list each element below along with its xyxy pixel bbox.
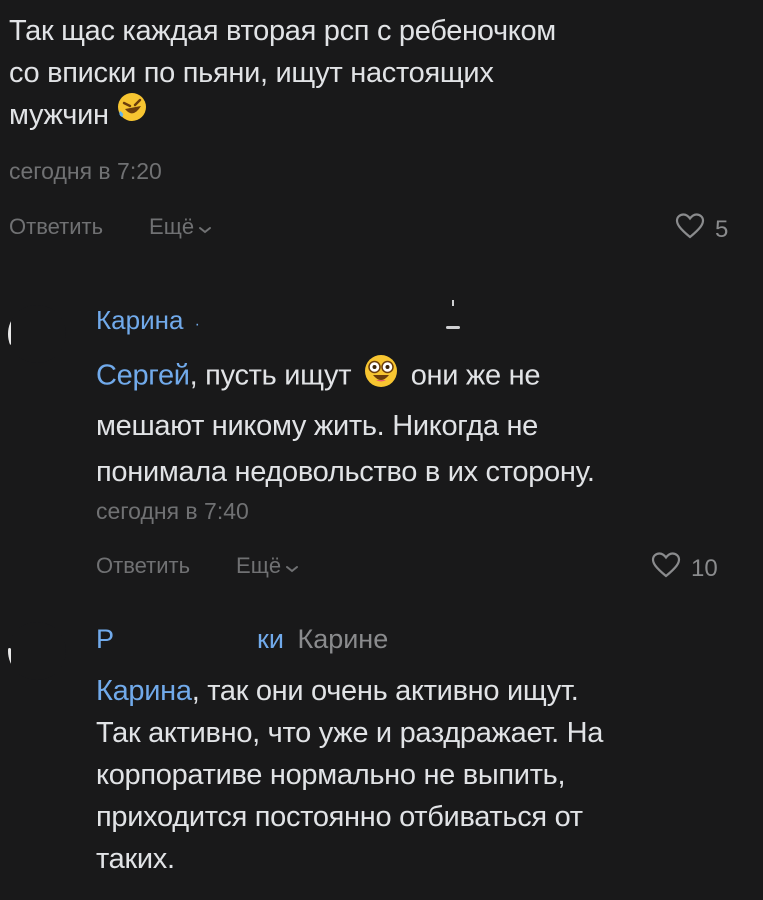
chevron-down-icon <box>198 215 212 241</box>
comment-2-line-3: понимала недовольство в их сторону. <box>96 456 595 488</box>
mention-link[interactable]: Карина <box>96 675 192 707</box>
more-label: Ещё <box>149 214 195 239</box>
comment-2-line-2: мешают никому жить. Никогда не <box>96 410 539 442</box>
comment-2-author[interactable]: Карина · <box>96 305 200 336</box>
comment-1-like-button[interactable]: 5 <box>675 213 728 246</box>
comment-1-line-3: мужчин <box>9 91 556 136</box>
comment-3-text: Карина, так они очень активно ищут. Так … <box>96 670 603 880</box>
more-button[interactable]: Ещё <box>236 552 299 580</box>
heart-icon <box>651 552 691 585</box>
redacted-mark <box>446 300 460 334</box>
comment-2-like-count: 10 <box>691 554 718 582</box>
comment-3-line-3: корпоративе нормально не выпить, <box>96 759 566 791</box>
chevron-down-icon <box>285 554 299 580</box>
comment-1-timestamp: сегодня в 7:20 <box>9 158 162 184</box>
comment-3-line-2: Так активно, что уже и раздражает. На <box>96 717 604 749</box>
more-button[interactable]: Ещё <box>149 213 212 241</box>
comment-1-line-3-text: мужчин <box>9 99 109 131</box>
comment-3-line-4: приходится постоянно отбиваться от <box>96 801 583 833</box>
comment-3-line-5: таких. <box>96 843 175 875</box>
comment-2-actions: Ответить Ещё <box>96 552 299 580</box>
avatar[interactable] <box>8 305 66 363</box>
reply-button[interactable]: Ответить <box>9 214 103 240</box>
comment-3-author-start: Р <box>96 624 115 654</box>
comment-2-line-1: Сергей, пусть ищут они же не <box>96 353 595 401</box>
comment-1-actions: Ответить Ещё <box>9 213 212 241</box>
avatar-edge <box>8 648 11 678</box>
reply-button[interactable]: Ответить <box>96 553 190 579</box>
dizzy-face-emoji <box>363 353 399 401</box>
rolling-laughing-emoji <box>116 91 148 135</box>
mention-link[interactable]: Сергей <box>96 360 190 392</box>
comment-1-line-2: со вписки по пьяни, ищут настоящих <box>9 57 494 89</box>
heart-icon <box>675 213 715 246</box>
comment-1-line-1: Так щас каждая вторая рсп с ребеночком <box>9 15 556 47</box>
comment-3-author[interactable]: Р ки Карине <box>96 624 388 655</box>
comment-2-text-b: они же не <box>410 359 541 392</box>
comment-2-author-separator: · <box>194 316 200 333</box>
comment-3-reply-to[interactable]: Карине <box>297 624 388 654</box>
comment-2-text-a: , пусть ищут <box>189 359 352 392</box>
comment-3-line-1: Карина, так они очень активно ищут. <box>96 670 603 712</box>
comment-3-author-end: ки <box>257 624 284 654</box>
comment-2-author-name: Карина <box>96 305 184 335</box>
comment-2-text: Сергей, пусть ищут они же не мешают нико… <box>96 353 595 493</box>
comment-2-timestamp: сегодня в 7:40 <box>96 498 249 524</box>
comment-3-text-a: , так они очень активно ищут. <box>191 675 579 707</box>
more-label: Ещё <box>236 553 282 578</box>
avatar[interactable] <box>8 622 66 680</box>
avatar-edge <box>8 315 11 345</box>
comment-2-like-button[interactable]: 10 <box>651 552 718 585</box>
redacted-region <box>121 628 250 648</box>
comment-1-like-count: 5 <box>715 215 729 243</box>
comment-1-text: Так щас каждая вторая рсп с ребеночком с… <box>9 10 556 136</box>
